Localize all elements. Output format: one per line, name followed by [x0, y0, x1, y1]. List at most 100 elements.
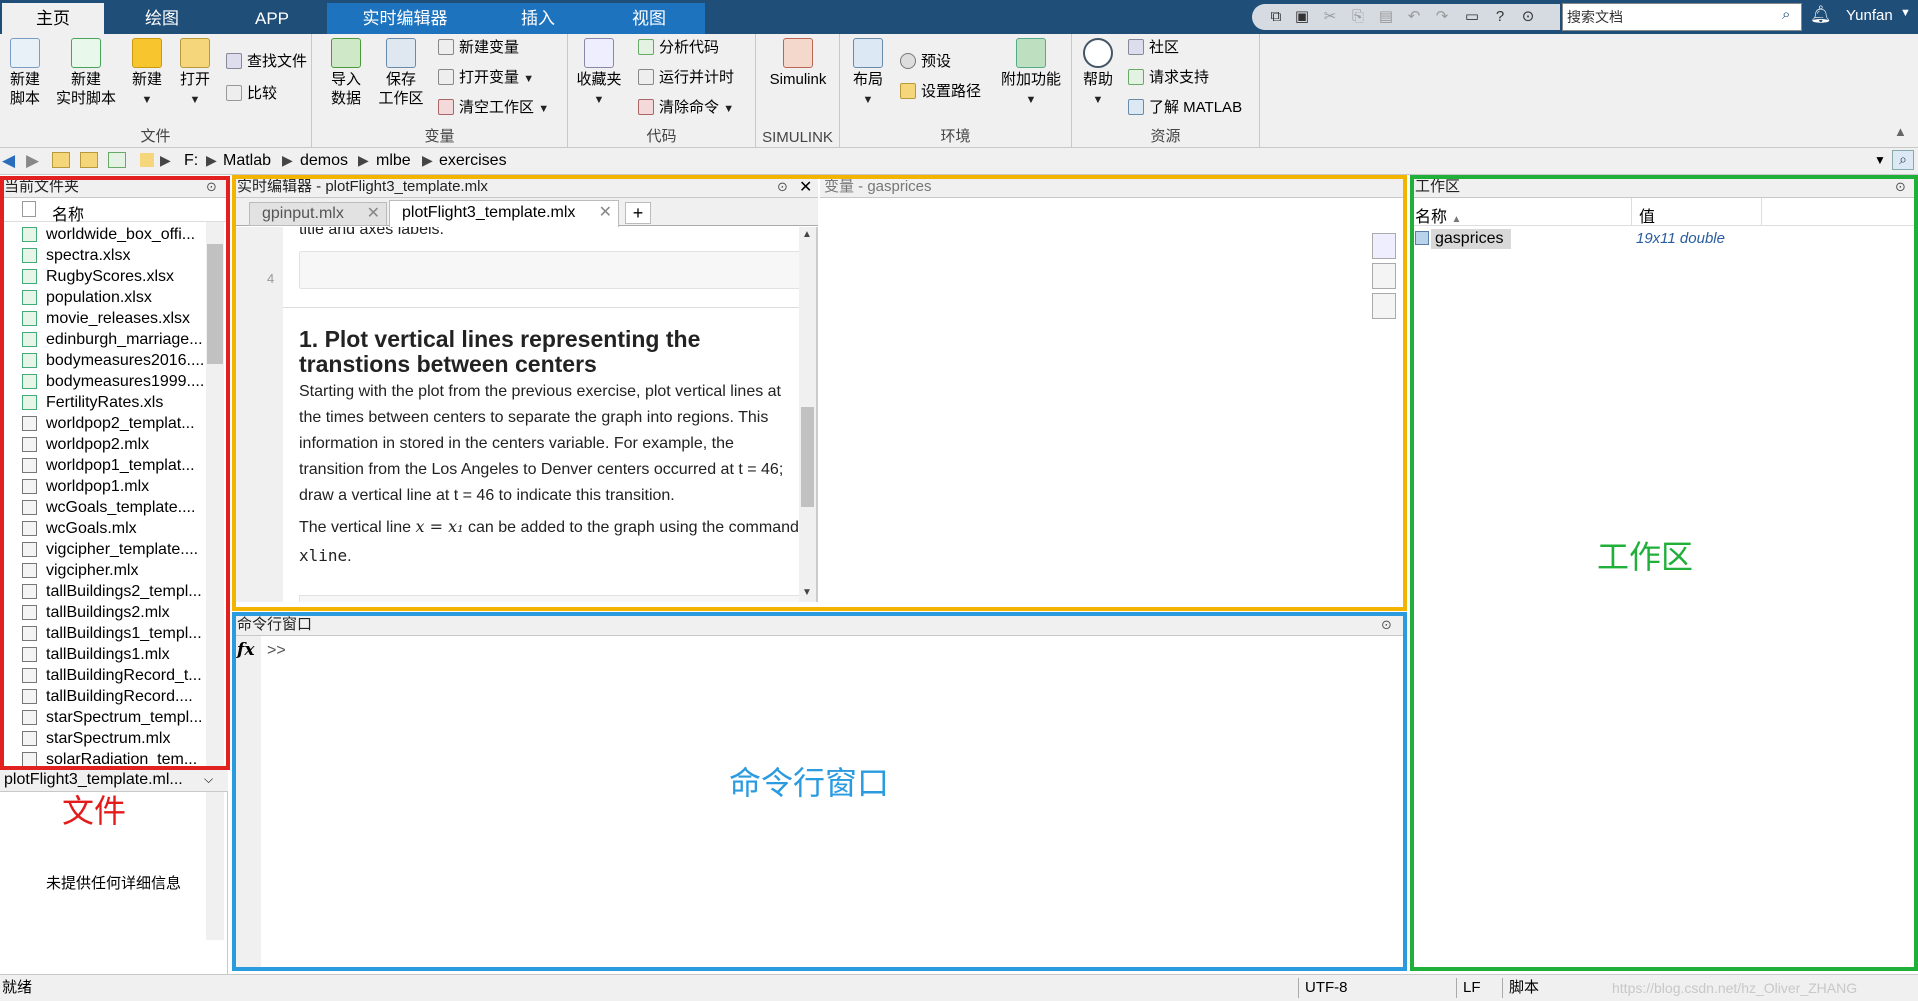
layout-button[interactable]: 布局 ▼ — [848, 38, 888, 110]
favorites-icon — [584, 38, 614, 68]
clear-commands-icon — [638, 99, 654, 115]
ribbon-group-code: 收藏夹 ▼ 分析代码 运行并计时 清除命令 ▼ 代码 — [568, 34, 756, 148]
up-folder-icon[interactable] — [52, 152, 70, 168]
forward-icon[interactable]: ▶ — [26, 151, 39, 171]
dropdown-icon[interactable]: ⊙ — [1518, 7, 1538, 27]
copy-icon[interactable]: ⎘ — [1348, 7, 1368, 27]
preferences-button[interactable]: 预设 — [900, 52, 951, 72]
addons-button[interactable]: 附加功能 ▼ — [996, 38, 1066, 110]
search-icon[interactable]: ⌕ — [1892, 150, 1914, 170]
chevron-down-icon: ▼ — [1025, 94, 1037, 106]
breadcrumb-part[interactable]: exercises — [439, 152, 507, 170]
folder-icon — [180, 38, 210, 68]
file-highlight-box — [0, 176, 230, 770]
import-data-button[interactable]: 导入 数据 — [326, 38, 366, 108]
new-script-button[interactable]: 新建 脚本 — [4, 38, 46, 108]
clear-commands-label: 清除命令 — [659, 99, 720, 116]
favorites-label: 收藏夹 — [576, 71, 622, 88]
tab-plots[interactable]: 绘图 — [110, 3, 214, 34]
new-button[interactable]: 新建 ▼ — [126, 38, 168, 110]
switch-windows-icon[interactable]: ▭ — [1462, 7, 1482, 27]
ribbon-group-simulink-title: SIMULINK — [762, 129, 833, 146]
bell-icon[interactable]: 🔔︎ — [1810, 5, 1832, 25]
paste-icon[interactable]: ▤ — [1376, 7, 1396, 27]
save-icon[interactable]: ▣ — [1292, 7, 1312, 27]
new-script-icon — [10, 38, 40, 68]
request-support-button[interactable]: 请求支持 — [1128, 68, 1209, 88]
status-bar: 就绪 UTF-8 LF 脚本 https://blog.csdn.net/hz_… — [0, 974, 1918, 1001]
clear-workspace-button[interactable]: 清空工作区 ▼ — [438, 98, 549, 119]
user-menu[interactable]: Yunfan — [1846, 7, 1893, 24]
chevron-down-icon: ▼ — [1900, 7, 1911, 19]
chevron-down-icon[interactable]: ⌵ — [204, 772, 213, 787]
redo-icon[interactable]: ↷ — [1432, 7, 1452, 27]
tab-apps[interactable]: APP — [222, 3, 322, 34]
collapse-ribbon-icon[interactable]: ▲ — [1894, 124, 1907, 139]
new-variable-button[interactable]: 新建变量 — [438, 38, 519, 58]
file-section-label: 文件 — [62, 793, 127, 829]
tab-view[interactable]: 视图 — [593, 3, 705, 34]
separator-icon: ▶ — [358, 152, 369, 168]
breadcrumb-part[interactable]: demos — [300, 152, 348, 170]
open-variable-label: 打开变量 — [459, 69, 520, 86]
help-icon — [1083, 38, 1113, 68]
favorites-button[interactable]: 收藏夹 ▼ — [574, 38, 624, 110]
layout-icon — [853, 38, 883, 68]
tab-home[interactable]: 主页 — [2, 3, 104, 34]
breadcrumb-part[interactable]: mlbe — [376, 152, 411, 170]
editor-highlight-box — [232, 175, 1407, 611]
run-and-time-button[interactable]: 运行并计时 — [638, 68, 734, 88]
analyze-code-button[interactable]: 分析代码 — [638, 38, 719, 58]
toolstrip-tab-bar: 主页 绘图 APP 实时编辑器 插入 视图 ⧉ ▣ ✂ ⎘ ▤ ↶ ↷ ▭ ? … — [0, 0, 1918, 34]
separator-icon: ▶ — [206, 152, 217, 168]
undo-icon[interactable]: ↶ — [1404, 7, 1424, 27]
help-icon[interactable]: ? — [1490, 7, 1510, 27]
find-files-label: 查找文件 — [247, 53, 308, 70]
compare-button[interactable]: 比较 — [226, 84, 277, 104]
help-label: 帮助 — [1082, 71, 1113, 88]
run-and-time-label: 运行并计时 — [659, 69, 735, 86]
folder-icon — [900, 83, 916, 99]
community-label: 社区 — [1149, 39, 1180, 56]
open-variable-button[interactable]: 打开变量 ▼ — [438, 68, 534, 89]
community-button[interactable]: 社区 — [1128, 38, 1179, 58]
open-variable-icon — [438, 69, 454, 85]
learn-matlab-button[interactable]: 了解 MATLAB — [1128, 98, 1242, 118]
save-workspace-label: 保存 工作区 — [378, 71, 424, 107]
open-button[interactable]: 打开 ▼ — [174, 38, 216, 110]
back-icon[interactable]: ◀ — [2, 151, 15, 171]
clear-workspace-label: 清空工作区 — [459, 99, 535, 116]
layout-label: 布局 — [852, 71, 883, 88]
breadcrumb-drive[interactable]: F: — [184, 152, 198, 170]
import-data-label: 导入 数据 — [330, 71, 361, 107]
learn-icon — [1128, 99, 1144, 115]
chevron-down-icon[interactable]: ▼ — [1874, 153, 1886, 167]
new-live-script-icon — [71, 38, 101, 68]
save-workspace-icon — [386, 38, 416, 68]
search-folder-icon[interactable] — [108, 152, 126, 168]
find-files-button[interactable]: 查找文件 — [226, 52, 307, 72]
browse-folder-icon[interactable] — [80, 152, 98, 168]
set-path-button[interactable]: 设置路径 — [900, 82, 981, 102]
simulink-button[interactable]: Simulink — [760, 38, 836, 89]
cut-icon[interactable]: ✂ — [1320, 7, 1340, 27]
ribbon-group-simulink: Simulink SIMULINK — [756, 34, 840, 148]
breadcrumb-part[interactable]: Matlab — [223, 152, 271, 170]
clear-commands-button[interactable]: 清除命令 ▼ — [638, 98, 734, 119]
chevron-down-icon: ▼ — [538, 103, 550, 115]
new-live-script-button[interactable]: 新建 实时脚本 — [52, 38, 120, 108]
save-workspace-button[interactable]: 保存 工作区 — [376, 38, 426, 108]
status-eol: LF — [1456, 978, 1502, 998]
tab-live-editor[interactable]: 实时编辑器 — [327, 3, 483, 34]
quick-access-toolbar: ⧉ ▣ ✂ ⎘ ▤ ↶ ↷ ▭ ? ⊙ — [1252, 4, 1560, 30]
ribbon-group-environment: 布局 ▼ 预设 设置路径 附加功能 ▼ 环境 — [840, 34, 1072, 148]
help-button[interactable]: 帮助 ▼ — [1078, 38, 1118, 110]
status-encoding: UTF-8 — [1298, 978, 1450, 998]
tab-insert[interactable]: 插入 — [483, 3, 593, 34]
layout-icon[interactable]: ⧉ — [1266, 7, 1286, 27]
ribbon-group-variable: 导入 数据 保存 工作区 新建变量 打开变量 ▼ 清空工作区 ▼ 变量 — [312, 34, 568, 148]
simulink-icon — [783, 38, 813, 68]
ribbon-group-file: 新建 脚本 新建 实时脚本 新建 ▼ 打开 ▼ 查找文件 比较 文件 — [0, 34, 312, 148]
run-and-time-icon — [638, 69, 654, 85]
search-docs-input[interactable]: 搜索文档 — [1562, 3, 1802, 31]
